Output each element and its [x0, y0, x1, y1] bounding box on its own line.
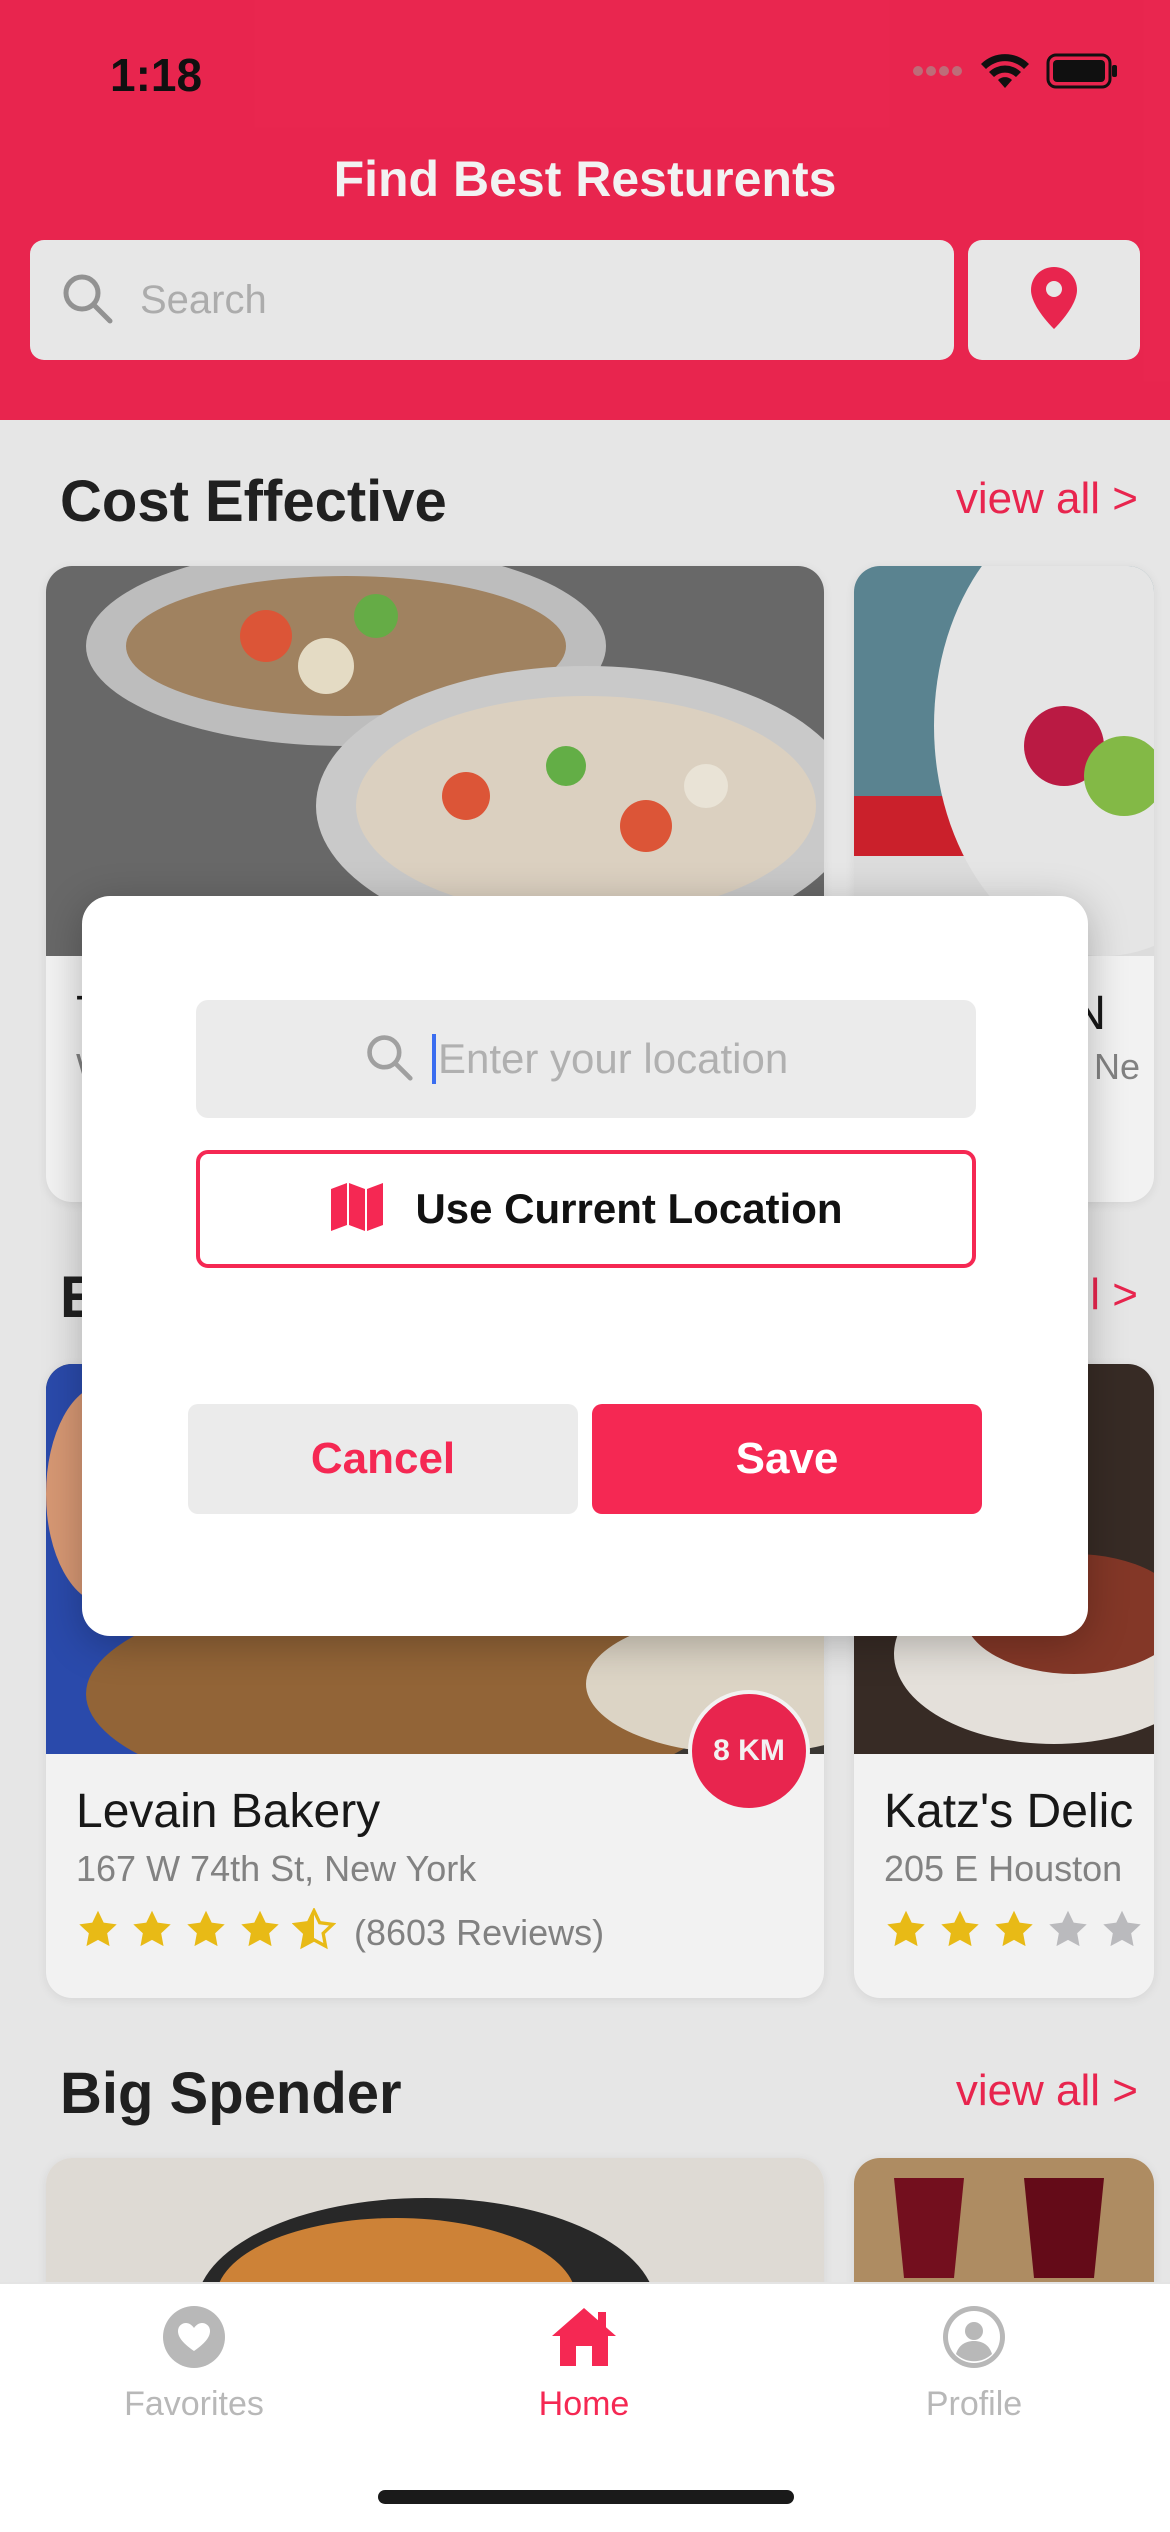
map-icon: [329, 1181, 385, 1238]
text-cursor: [432, 1034, 436, 1084]
tab-favorites[interactable]: Favorites: [44, 2304, 344, 2424]
use-current-location-label: Use Current Location: [415, 1185, 843, 1232]
use-current-location-button[interactable]: Use Current Location: [196, 1150, 976, 1268]
tab-label: Home: [538, 2385, 630, 2423]
tab-label: Favorites: [124, 2385, 264, 2423]
location-input[interactable]: Enter your location: [196, 1000, 976, 1118]
home-icon: [548, 2304, 620, 2375]
heart-icon: [161, 2304, 227, 2375]
tab-label: Profile: [925, 2385, 1023, 2423]
search-icon: [364, 1032, 414, 1087]
tab-home[interactable]: Home: [434, 2304, 734, 2424]
home-indicator: [378, 2490, 794, 2504]
user-icon: [941, 2304, 1007, 2375]
location-dialog: Enter your location Use Current Location…: [82, 896, 1088, 1636]
save-button[interactable]: Save: [592, 1404, 982, 1514]
location-input-placeholder: Enter your location: [438, 1035, 789, 1082]
cancel-button[interactable]: Cancel: [188, 1404, 578, 1514]
tab-profile[interactable]: Profile: [824, 2304, 1124, 2424]
